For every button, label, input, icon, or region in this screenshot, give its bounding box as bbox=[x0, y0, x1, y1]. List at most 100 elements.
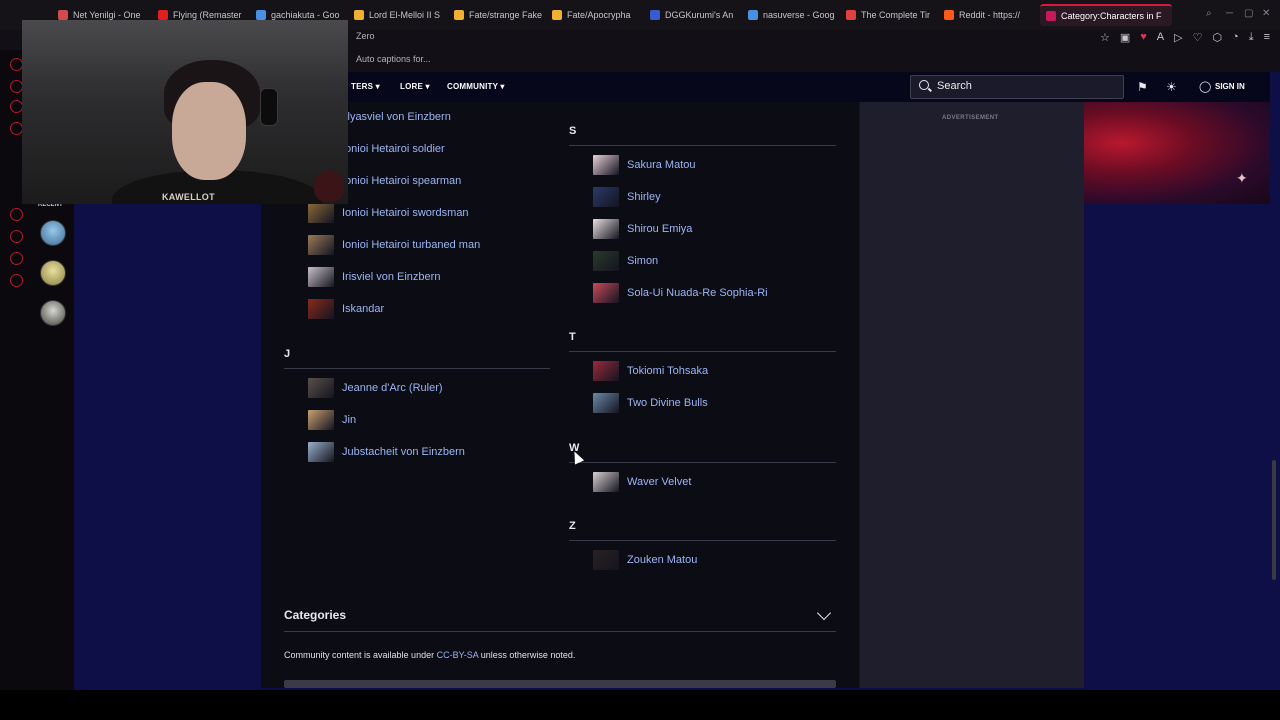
maximize-icon[interactable]: ▢ bbox=[1244, 8, 1253, 19]
recent-avatar[interactable] bbox=[40, 220, 66, 246]
user-icon[interactable]: ◯ bbox=[1199, 80, 1211, 93]
character-entry[interactable]: Waver Velvet bbox=[593, 472, 691, 492]
tab-favicon-icon bbox=[846, 10, 856, 20]
close-window-icon[interactable]: ✕ bbox=[1262, 8, 1270, 19]
shield-icon[interactable]: ♥ bbox=[1140, 31, 1147, 44]
character-entry[interactable]: Iskandar bbox=[308, 299, 384, 319]
promo-image[interactable] bbox=[1084, 102, 1270, 204]
character-thumbnail[interactable] bbox=[593, 472, 619, 492]
extensions-icon[interactable]: ⬡ bbox=[1212, 31, 1222, 44]
recent-avatar[interactable] bbox=[40, 300, 66, 326]
browser-tab[interactable]: Reddit - https:// bbox=[944, 6, 1034, 24]
character-entry[interactable]: Jin bbox=[308, 410, 356, 430]
browser-tab[interactable]: nasuverse - Goog bbox=[748, 6, 838, 24]
character-entry[interactable]: Jeanne d'Arc (Ruler) bbox=[308, 378, 443, 398]
letter-header-z: Z bbox=[569, 520, 576, 532]
character-entry[interactable]: Tokiomi Tohsaka bbox=[593, 361, 708, 381]
nav-lore[interactable]: LORE ▾ bbox=[400, 82, 430, 91]
tab-label: Fate/Apocrypha bbox=[567, 10, 631, 20]
play-icon[interactable]: ▷ bbox=[1174, 31, 1182, 44]
profile-icon[interactable]: ◔ bbox=[1232, 31, 1239, 44]
translate-icon[interactable]: A bbox=[1157, 31, 1164, 44]
character-entry[interactable]: Ionioi Hetairoi swordsman bbox=[308, 203, 469, 223]
taskbar bbox=[0, 690, 1280, 720]
menu-icon[interactable]: ≡ bbox=[1264, 31, 1270, 44]
categories-toggle[interactable]: Categories bbox=[284, 608, 346, 622]
character-thumbnail[interactable] bbox=[593, 155, 619, 175]
character-thumbnail[interactable] bbox=[308, 378, 334, 398]
character-link[interactable]: Illyasviel von Einzbern bbox=[342, 111, 451, 123]
character-link[interactable]: Ionioi Hetairoi spearman bbox=[342, 175, 461, 187]
character-entry[interactable]: Zouken Matou bbox=[593, 550, 697, 570]
character-entry[interactable]: Jubstacheit von Einzbern bbox=[308, 442, 465, 462]
character-entry[interactable]: Two Divine Bulls bbox=[593, 393, 708, 413]
bookmark-icon[interactable]: ☆ bbox=[1100, 31, 1110, 44]
character-link[interactable]: Sakura Matou bbox=[627, 159, 695, 171]
nav-community[interactable]: COMMUNITY ▾ bbox=[447, 82, 505, 91]
character-link[interactable]: Zouken Matou bbox=[627, 554, 697, 566]
heart-icon[interactable]: ♡ bbox=[1193, 31, 1203, 44]
character-thumbnail[interactable] bbox=[593, 393, 619, 413]
search-label: Search bbox=[937, 80, 972, 92]
character-link[interactable]: Two Divine Bulls bbox=[627, 397, 708, 409]
character-thumbnail[interactable] bbox=[308, 442, 334, 462]
character-thumbnail[interactable] bbox=[593, 283, 619, 303]
sidebar-app-icon[interactable] bbox=[10, 208, 23, 221]
tab-favicon-icon bbox=[552, 10, 562, 20]
sign-in-button[interactable]: SIGN IN bbox=[1215, 82, 1245, 91]
character-link[interactable]: Jeanne d'Arc (Ruler) bbox=[342, 382, 443, 394]
character-link[interactable]: Tokiomi Tohsaka bbox=[627, 365, 708, 377]
character-thumbnail[interactable] bbox=[308, 410, 334, 430]
discussions-icon[interactable]: ⚑ bbox=[1137, 80, 1148, 94]
character-thumbnail[interactable] bbox=[308, 299, 334, 319]
character-entry[interactable]: Shirou Emiya bbox=[593, 219, 692, 239]
theme-toggle-icon[interactable]: ☀ bbox=[1166, 80, 1177, 94]
character-link[interactable]: Irisviel von Einzbern bbox=[342, 271, 440, 283]
nav-characters[interactable]: TERS ▾ bbox=[351, 82, 380, 91]
character-link[interactable]: Shirou Emiya bbox=[627, 223, 692, 235]
minimize-icon[interactable]: ─ bbox=[1226, 8, 1233, 19]
sidebar-app-icon[interactable] bbox=[10, 252, 23, 265]
character-link[interactable]: Ionioi Hetairoi swordsman bbox=[342, 207, 469, 219]
browser-tab[interactable]: DGGKurumi's An bbox=[650, 6, 740, 24]
character-thumbnail[interactable] bbox=[593, 251, 619, 271]
browser-tab[interactable]: The Complete Tir bbox=[846, 6, 936, 24]
license-link[interactable]: CC-BY-SA bbox=[437, 650, 479, 660]
character-link[interactable]: Jubstacheit von Einzbern bbox=[342, 446, 465, 458]
character-link[interactable]: Jin bbox=[342, 414, 356, 426]
page-scrollbar[interactable] bbox=[1272, 460, 1276, 580]
snapshot-icon[interactable]: ▣ bbox=[1120, 31, 1130, 44]
character-entry[interactable]: Ionioi Hetairoi turbaned man bbox=[308, 235, 480, 255]
download-icon[interactable]: ⤓ bbox=[1249, 31, 1254, 44]
character-link[interactable]: Ionioi Hetairoi turbaned man bbox=[342, 239, 480, 251]
character-entry[interactable]: Irisviel von Einzbern bbox=[308, 267, 440, 287]
letter-header-t: T bbox=[569, 331, 576, 343]
tab-label: Category:Characters in F bbox=[1061, 11, 1162, 21]
history-icon[interactable] bbox=[10, 230, 23, 243]
browser-tab[interactable]: Fate/strange Fake bbox=[454, 6, 544, 24]
browser-tab[interactable]: Fate/Apocrypha bbox=[552, 6, 642, 24]
character-thumbnail[interactable] bbox=[308, 203, 334, 223]
character-entry[interactable]: Shirley bbox=[593, 187, 661, 207]
character-thumbnail[interactable] bbox=[593, 219, 619, 239]
character-link[interactable]: Shirley bbox=[627, 191, 661, 203]
character-entry[interactable]: Sakura Matou bbox=[593, 155, 695, 175]
character-link[interactable]: Iskandar bbox=[342, 303, 384, 315]
character-thumbnail[interactable] bbox=[593, 361, 619, 381]
browser-tab[interactable]: Lord El-Melloi II S bbox=[354, 6, 446, 24]
character-thumbnail[interactable] bbox=[593, 550, 619, 570]
recent-avatar[interactable] bbox=[40, 260, 66, 286]
character-thumbnail[interactable] bbox=[308, 267, 334, 287]
character-entry[interactable]: Sola-Ui Nuada-Re Sophia-Ri bbox=[593, 283, 768, 303]
character-link[interactable]: Simon bbox=[627, 255, 658, 267]
character-thumbnail[interactable] bbox=[308, 235, 334, 255]
address-url-text[interactable]: Zero bbox=[356, 31, 375, 41]
search-tabs-icon[interactable]: ⌕ bbox=[1206, 8, 1212, 19]
browser-tab[interactable]: Category:Characters in F bbox=[1040, 4, 1172, 26]
character-link[interactable]: Sola-Ui Nuada-Re Sophia-Ri bbox=[627, 287, 768, 299]
character-thumbnail[interactable] bbox=[593, 187, 619, 207]
character-link[interactable]: Ionioi Hetairoi soldier bbox=[342, 143, 445, 155]
character-link[interactable]: Waver Velvet bbox=[627, 476, 691, 488]
character-entry[interactable]: Simon bbox=[593, 251, 658, 271]
settings-icon[interactable] bbox=[10, 274, 23, 287]
